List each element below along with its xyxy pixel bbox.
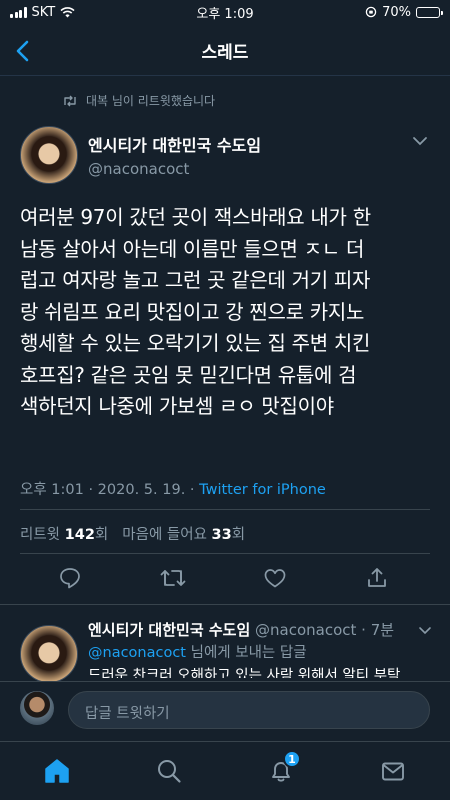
home-icon (45, 759, 69, 783)
thread-divider (0, 604, 450, 605)
status-right: 70% (365, 4, 443, 20)
retweet-count-unit: 회 (94, 527, 109, 543)
timestamp-text: 오후 1:01 · 2020. 5. 19. · (20, 482, 200, 498)
reply-header[interactable]: 엔시티가 대한민국 수도임 @naconacoct · 7분 (88, 619, 394, 640)
orientation-lock-icon (365, 6, 377, 18)
tweet-stats: 리트윗 142회 마음에 들어요 33회 (20, 523, 245, 544)
retweeted-by-text: 대복 님이 리트윗했습니다 (86, 94, 216, 108)
tweet-text: 여러분 97이 갔던 곳이 잭스바래요 내가 한 남동 살아서 아는데 이름만 … (20, 202, 430, 423)
status-bar: SKT 오후 1:09 70% (0, 0, 450, 24)
reply-button[interactable] (55, 563, 85, 593)
reply-author-handle: @naconacoct (255, 621, 357, 639)
retweet-count[interactable]: 리트윗 142회 (20, 523, 108, 544)
reply-avatar[interactable] (20, 625, 78, 683)
author-handle: @naconacoct (88, 160, 190, 178)
like-count-value: 33 (211, 527, 232, 543)
share-icon (368, 568, 386, 587)
tab-home[interactable] (40, 754, 74, 788)
cellular-signal-icon (10, 6, 27, 18)
reply-author-name: 엔시티가 대한민국 수도임 (88, 621, 251, 639)
retweet-count-value: 142 (64, 527, 95, 543)
carrier-label: SKT (31, 4, 56, 20)
retweet-button[interactable] (158, 563, 188, 593)
divider (20, 553, 430, 554)
share-button[interactable] (362, 563, 392, 593)
messages-icon (382, 762, 404, 781)
source-link[interactable]: Twitter for iPhone (199, 482, 326, 498)
reply-icon (60, 568, 80, 589)
battery-percent: 70% (382, 4, 411, 20)
tweet-text-line: 럽고 여자랑 놀고 그런 곳 같은데 거기 피자 (20, 268, 371, 292)
search-icon (158, 760, 181, 783)
reply-to-mention[interactable]: @naconacoct (88, 645, 186, 661)
avatar[interactable] (20, 126, 78, 184)
tweet-text-line: 여러분 97이 갔던 곳이 잭스바래요 내가 한 (20, 205, 371, 229)
retweet-icon (64, 95, 76, 106)
author-block[interactable]: 엔시티가 대한민국 수도임 @naconacoct (88, 132, 261, 178)
retweet-context[interactable]: 대복 님이 리트윗했습니다 (62, 92, 215, 109)
status-left: SKT (10, 5, 75, 20)
like-count-unit: 회 (231, 527, 246, 543)
tweet-text-line: 랑 쉬림프 요리 맛집이고 강 찐으로 카지노 (20, 299, 365, 324)
reply-input[interactable]: 답글 트윗하기 (68, 691, 430, 729)
reply-time: 7분 (370, 621, 395, 639)
page-title: 스레드 (201, 43, 249, 63)
tab-bar: 1 (0, 741, 450, 800)
tweet-text-line: 남동 살아서 아는데 이름만 들으면 ㅈㄴ 더 (20, 236, 365, 261)
user-avatar[interactable] (20, 691, 54, 725)
chevron-left-icon[interactable] (12, 38, 36, 64)
like-icon (264, 569, 286, 588)
tab-search[interactable] (152, 754, 186, 788)
nav-bar: 스레드 (0, 26, 450, 76)
chevron-down-icon[interactable] (412, 136, 428, 146)
like-button[interactable] (260, 563, 290, 593)
like-count[interactable]: 마음에 들어요 33회 (122, 523, 245, 544)
tweet-text-line: 색하던지 나중에 가보셈 ㄹㅇ 맛집이야 (20, 394, 334, 418)
tab-notifications[interactable]: 1 (264, 750, 301, 788)
battery-icon (416, 6, 443, 18)
tweet-text-line: 호프집? 같은 곳임 못 믿긴다면 유툽에 검 (20, 362, 357, 387)
chevron-down-icon[interactable] (418, 626, 432, 635)
notification-badge: 1 (283, 750, 301, 768)
reply-to-text: 님에게 보내는 답글 (186, 645, 307, 661)
tweet-timestamp: 오후 1:01 · 2020. 5. 19. · Twitter for iPh… (20, 478, 326, 499)
retweet-icon (160, 570, 186, 586)
like-count-label: 마음에 들어요 (122, 527, 207, 543)
reply-text: 드러운 찬크러 오해하고 있는 사람 위해서 알티 부탁 (88, 668, 401, 678)
divider (20, 509, 430, 510)
tab-messages[interactable] (376, 754, 410, 788)
wifi-icon (60, 7, 75, 18)
tweet-text-line: 행세할 수 있는 오락기기 있는 집 주변 치킨 (20, 331, 371, 355)
reply-compose-bar: 답글 트윗하기 (0, 681, 450, 741)
author-name: 엔시티가 대한민국 수도임 (88, 136, 262, 155)
replying-to: @naconacoct 님에게 보내는 답글 (88, 641, 307, 662)
tweet-actions (0, 563, 450, 599)
reply-separator: · (356, 621, 371, 639)
retweet-count-label: 리트윗 (20, 527, 61, 543)
